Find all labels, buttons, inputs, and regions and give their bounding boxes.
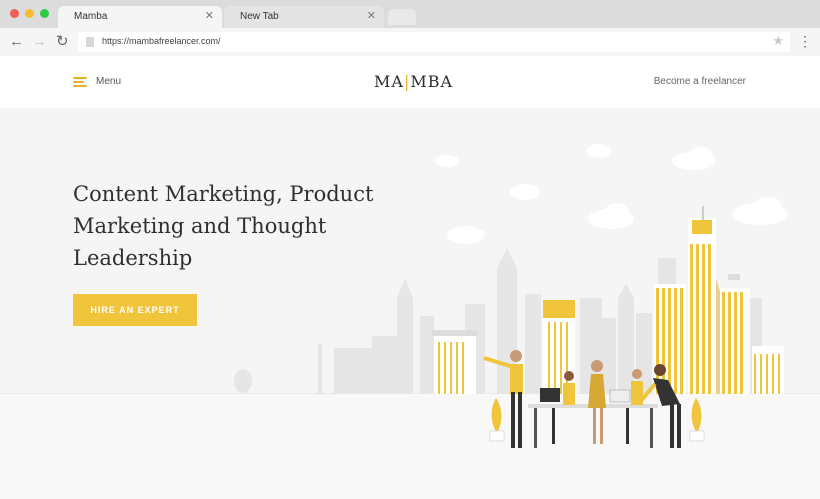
more-options-icon[interactable]: ⋮ (798, 32, 812, 50)
tab-label: Mamba (74, 11, 108, 22)
reload-icon[interactable]: ↻ (56, 33, 69, 51)
hero-section: Content Marketing, Product Marketing and… (0, 108, 820, 499)
close-window-button[interactable] (10, 9, 19, 18)
page-icon (86, 37, 94, 47)
forward-arrow-icon[interactable]: → (32, 33, 47, 51)
browser-toolbar: ← → ↻ https://mambafreelancer.com/ ★ ⋮ (0, 28, 820, 57)
close-icon[interactable]: ✕ (205, 9, 214, 22)
address-bar[interactable]: https://mambafreelancer.com/ ★ (78, 32, 790, 52)
site-logo[interactable]: MA|MBA (374, 72, 453, 91)
clouds (435, 144, 788, 244)
minimize-window-button[interactable] (25, 9, 34, 18)
back-arrow-icon[interactable]: ← (9, 33, 24, 51)
menu-link[interactable]: Menu (96, 76, 121, 87)
bookmark-star-icon[interactable]: ★ (772, 33, 784, 49)
tab-bar: Mamba ✕ New Tab ✕ (0, 0, 820, 28)
url-text: https://mambafreelancer.com/ (102, 36, 221, 46)
close-icon[interactable]: ✕ (367, 9, 376, 22)
tab-label: New Tab (240, 11, 279, 22)
hire-an-expert-button[interactable]: HIRE AN EXPERT (73, 294, 197, 326)
tab-mamba[interactable]: Mamba ✕ (58, 6, 222, 28)
new-tab-button[interactable] (388, 9, 416, 25)
hero-headline: Content Marketing, Product Marketing and… (73, 182, 374, 270)
tab-new-tab[interactable]: New Tab ✕ (224, 6, 384, 28)
logo-left: MA (374, 72, 404, 91)
hamburger-menu-icon[interactable] (73, 77, 87, 87)
site-header: Menu MA|MBA Become a freelancer (0, 56, 820, 108)
become-freelancer-link[interactable]: Become a freelancer (654, 76, 746, 87)
logo-right: MBA (410, 72, 454, 91)
maximize-window-button[interactable] (40, 9, 49, 18)
browser-window: Mamba ✕ New Tab ✕ ← → ↻ https://mambafre… (0, 0, 820, 499)
